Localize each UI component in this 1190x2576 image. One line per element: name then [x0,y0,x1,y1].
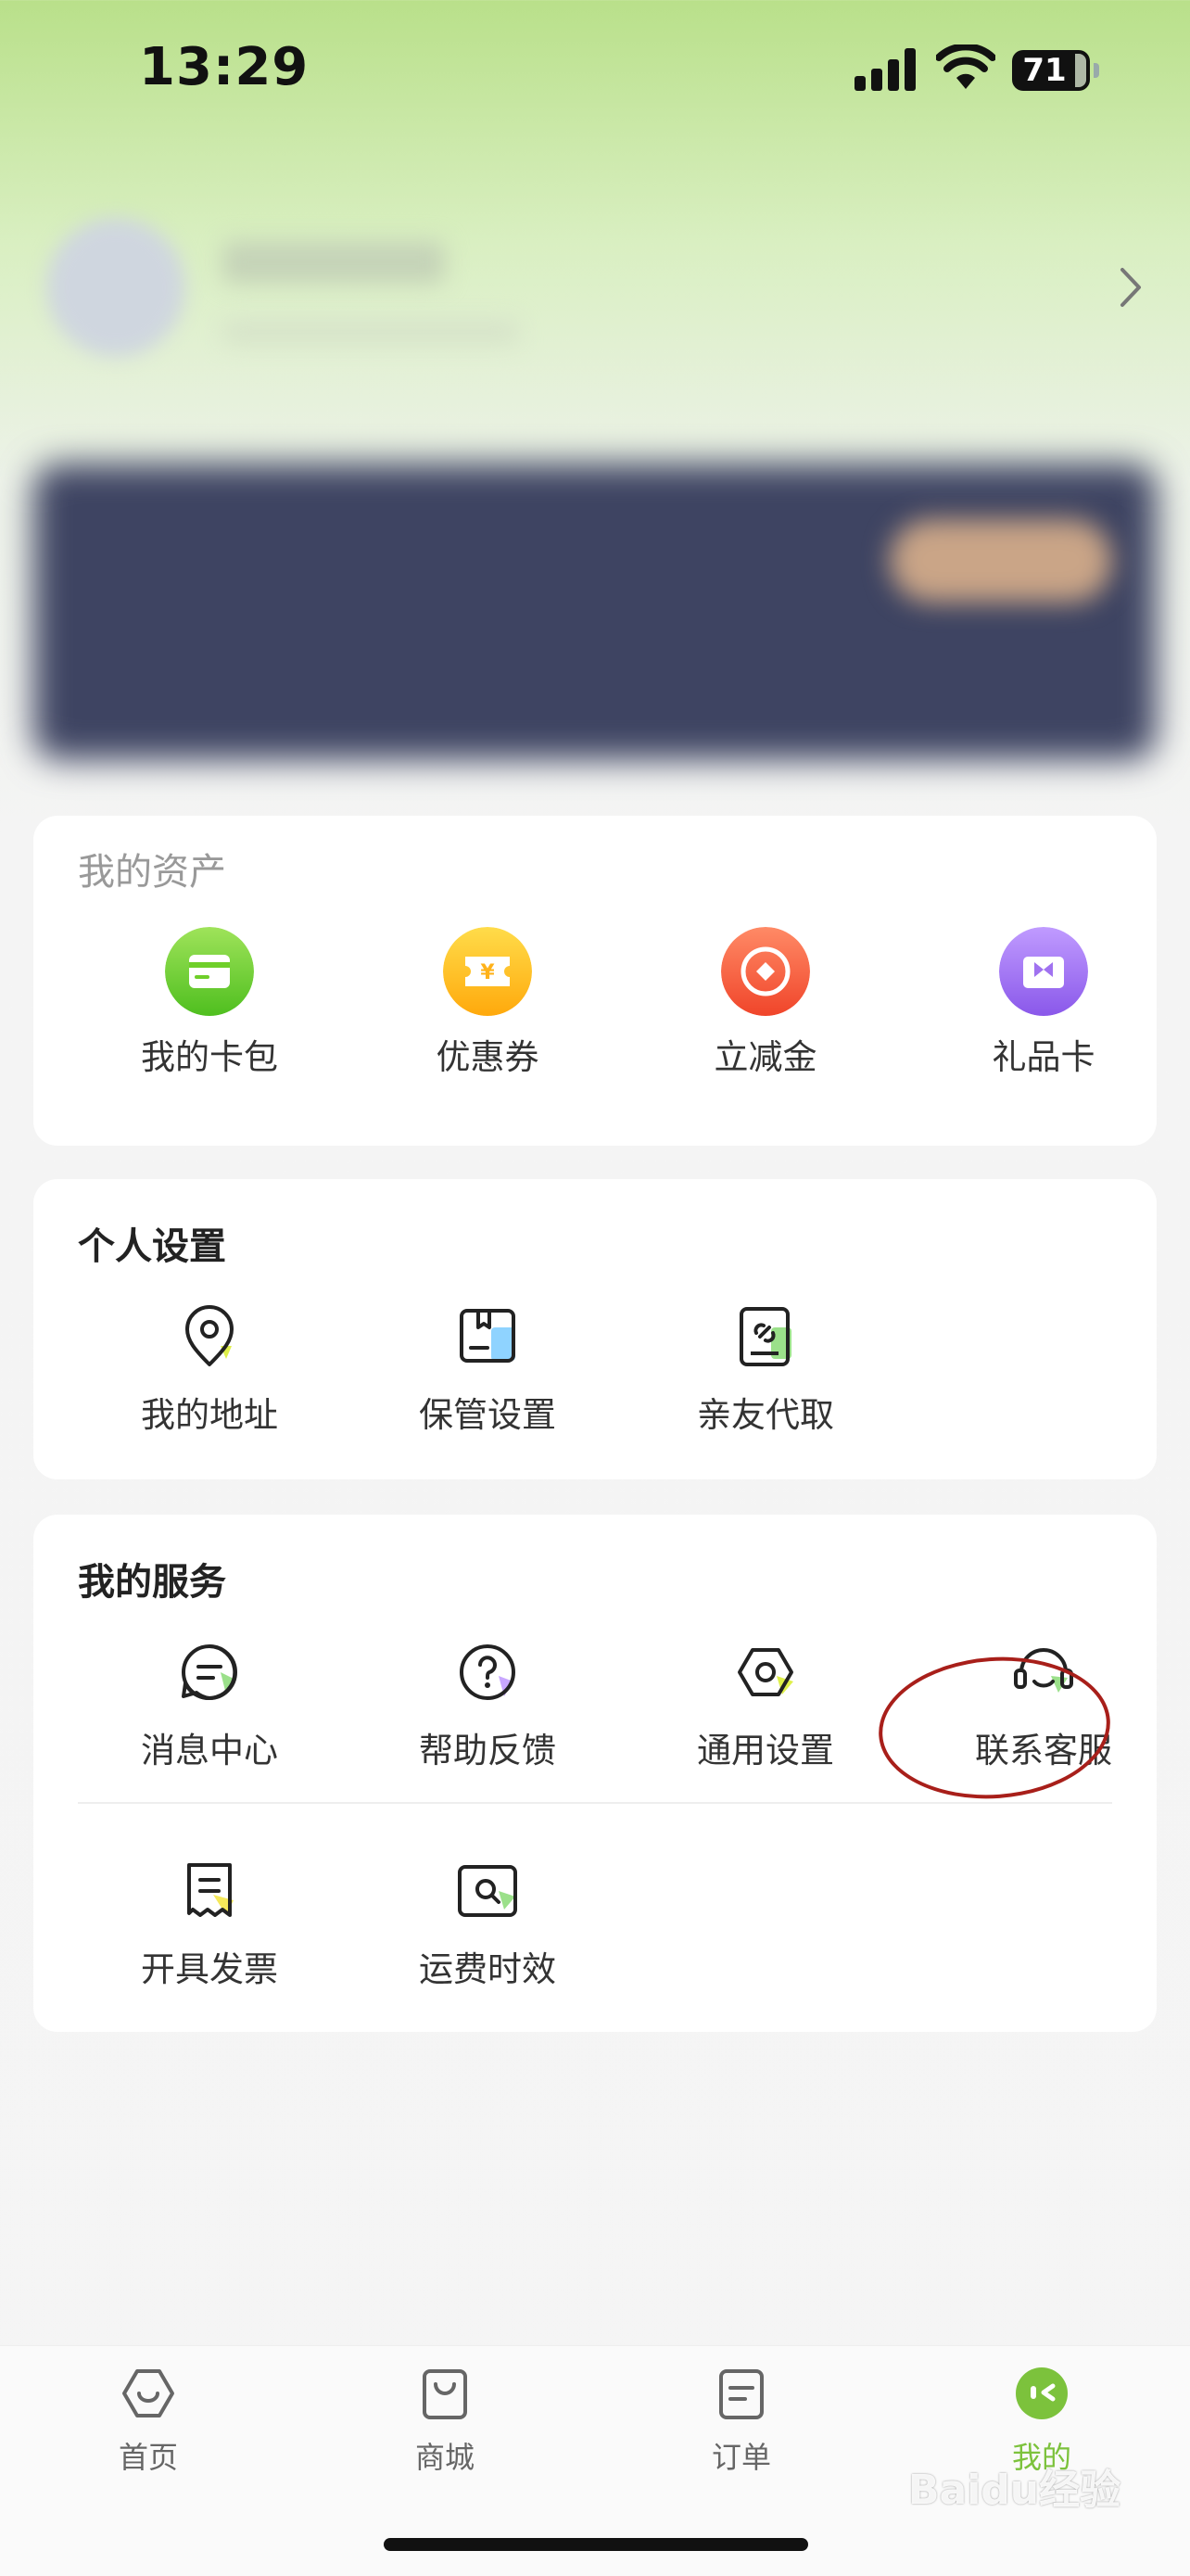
chevron-right-icon[interactable] [1117,264,1145,311]
banner-action-blurred[interactable] [890,519,1112,603]
asset-discount[interactable]: 立减金 [627,927,905,1079]
user-subtitle-blurred [222,320,519,344]
help-question-icon [460,1644,515,1700]
watermark: Baidu经验 [908,2467,1121,2514]
setting-label: 亲友代取 [697,1395,834,1435]
service-shipping-time[interactable]: 运费时效 [348,1854,627,1991]
services-title: 我的服务 [78,1561,226,1604]
tab-label: 订单 [711,2440,771,2475]
user-name-blurred[interactable] [222,241,445,284]
service-invoice[interactable]: 开具发票 [70,1854,348,1991]
service-label: 通用设置 [697,1731,834,1770]
service-label: 运费时效 [419,1949,556,1989]
avatar[interactable] [46,218,185,357]
asset-label: 立减金 [714,1037,817,1077]
tab-home[interactable]: 首页 [56,2364,241,2477]
tab-label: 商城 [414,2440,475,2475]
coupon-icon: ¥ [443,927,532,1016]
home-indicator[interactable] [384,2538,808,2551]
setting-address[interactable]: 我的地址 [70,1300,348,1437]
personal-settings-title: 个人设置 [78,1225,226,1268]
message-icon [182,1644,237,1700]
service-label: 帮助反馈 [419,1731,556,1770]
setting-label: 我的地址 [141,1395,278,1435]
storage-box-icon [460,1309,515,1363]
card-wallet-icon [165,927,254,1016]
asset-card-wallet[interactable]: 我的卡包 [70,927,348,1079]
profile-face-icon [1016,2367,1068,2419]
tab-label: 首页 [118,2440,178,2475]
location-pin-icon [185,1305,234,1366]
asset-label: 优惠券 [436,1037,539,1077]
shopping-bag-icon [423,2369,467,2419]
cellular-signal-icon [855,48,916,91]
tab-mall[interactable]: 商城 [352,2364,538,2477]
setting-storage[interactable]: 保管设置 [348,1300,627,1437]
personal-settings-card: 个人设置 我的地址 保管设置 亲友代取 [33,1179,1157,1479]
svg-text:¥: ¥ [480,961,495,984]
gift-card-icon [999,927,1088,1016]
service-label: 开具发票 [141,1949,278,1989]
battery-level: 71 [1022,52,1067,89]
asset-gift-card[interactable]: 礼品卡 [905,927,1183,1079]
settings-hex-icon [738,1648,793,1696]
promo-banner-blurred[interactable] [33,463,1157,760]
assets-title: 我的资产 [78,851,226,894]
search-box-icon [458,1865,517,1917]
assets-card: 我的资产 我的卡包 ¥ 优惠券 立减金 礼品卡 [33,816,1157,1146]
service-messages[interactable]: 消息中心 [70,1635,348,1772]
service-general-settings[interactable]: 通用设置 [627,1635,905,1772]
wifi-icon [936,44,995,89]
asset-label: 我的卡包 [141,1037,278,1077]
setting-proxy-pickup[interactable]: 亲友代取 [627,1300,905,1437]
receipt-icon [187,1863,234,1917]
link-phone-icon [740,1307,791,1366]
service-label: 消息中心 [141,1731,278,1770]
service-help[interactable]: 帮助反馈 [348,1635,627,1772]
order-list-icon [719,2369,764,2419]
asset-label: 礼品卡 [992,1037,1095,1077]
services-divider [78,1802,1112,1804]
status-time: 13:29 [139,37,310,97]
battery-indicator: 71 [1012,50,1101,91]
setting-label: 保管设置 [419,1395,556,1435]
home-hexagon-icon [122,2369,174,2417]
tab-orders[interactable]: 订单 [649,2364,834,2477]
discount-coin-icon [721,927,810,1016]
asset-coupon[interactable]: ¥ 优惠券 [348,927,627,1079]
